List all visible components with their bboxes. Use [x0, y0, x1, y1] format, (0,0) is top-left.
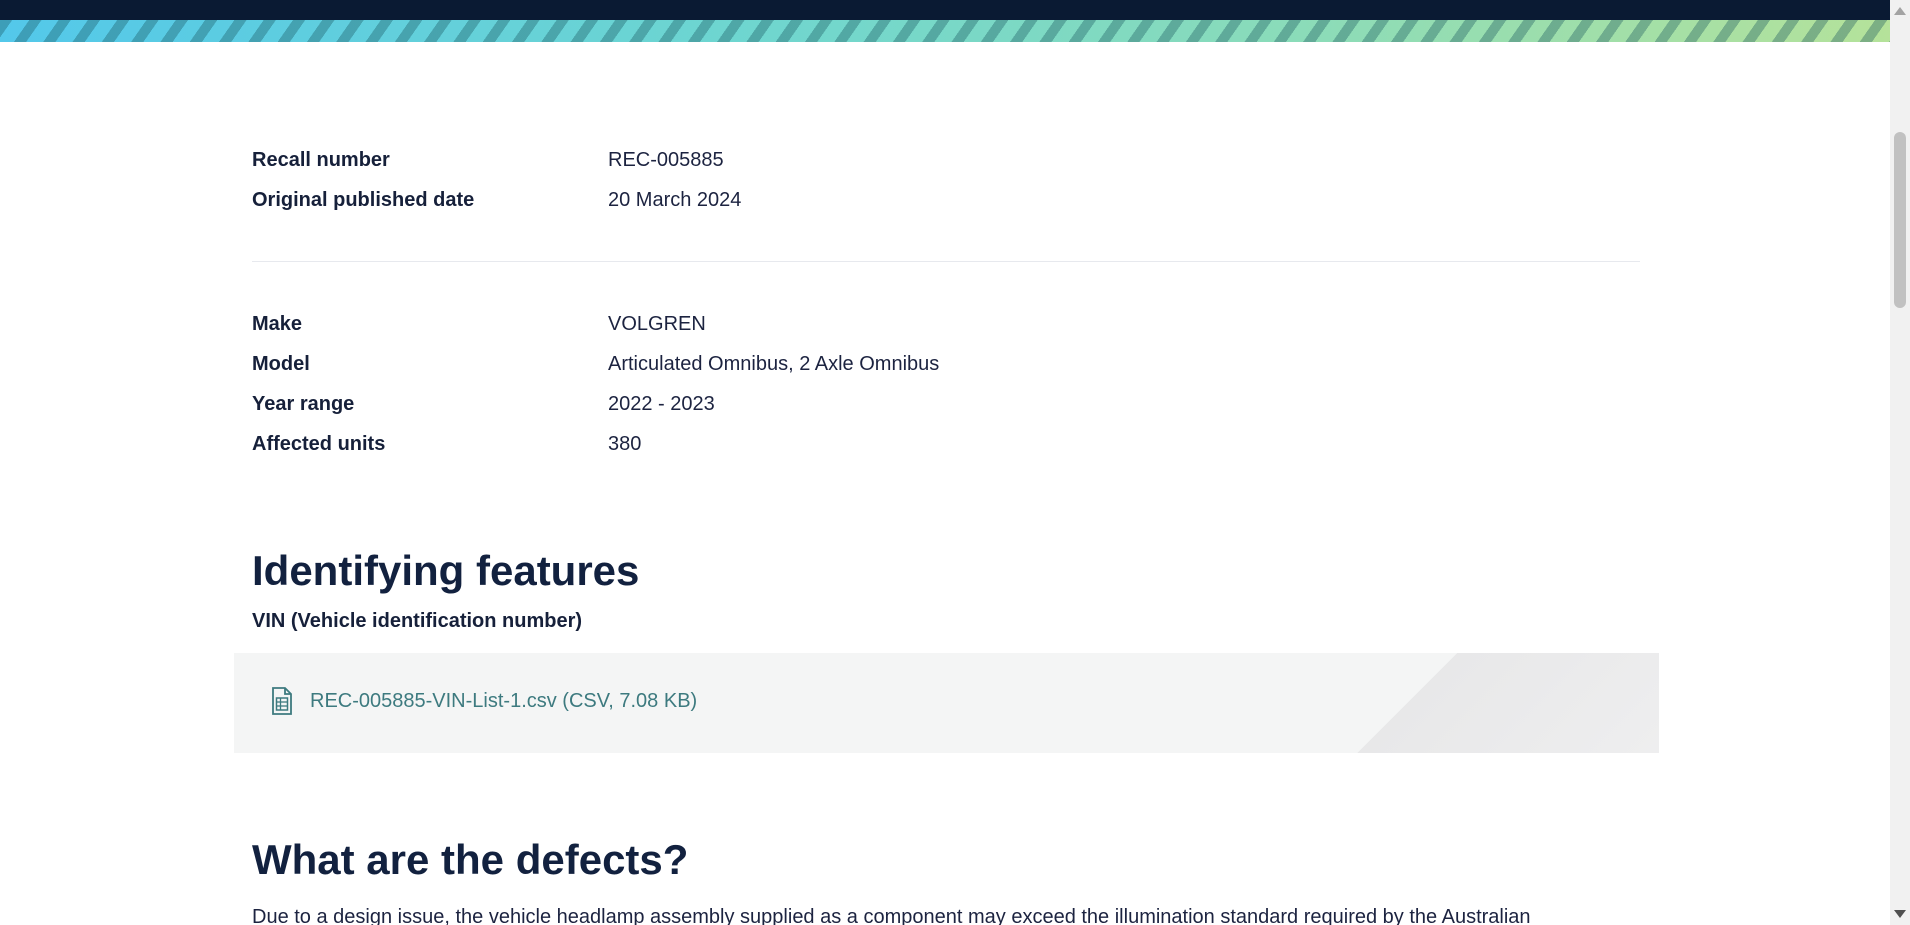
recall-page: Recall number REC-005885 Original publis…	[0, 0, 1910, 925]
published-date-row: Original published date 20 March 2024	[252, 180, 1640, 220]
recall-number-row: Recall number REC-005885	[252, 140, 1640, 180]
vin-list-link-text: REC-005885-VIN-List-1.csv (CSV, 7.08 KB)	[310, 689, 698, 712]
scroll-up-arrow-icon[interactable]	[1894, 7, 1906, 15]
model-value: Articulated Omnibus, 2 Axle Omnibus	[608, 352, 940, 375]
main-content: Recall number REC-005885 Original publis…	[234, 140, 1659, 925]
top-header-bar	[0, 0, 1890, 20]
section-divider	[252, 261, 1640, 262]
file-box-corner-decoration	[1239, 653, 1659, 754]
decorative-stripe-banner	[0, 20, 1890, 42]
year-range-label: Year range	[252, 392, 355, 415]
identifying-features-heading: Identifying features	[252, 547, 640, 594]
vertical-scrollbar[interactable]	[1890, 0, 1910, 925]
affected-units-label: Affected units	[252, 432, 386, 455]
vin-file-download-box: REC-005885-VIN-List-1.csv (CSV, 7.08 KB)	[234, 653, 1659, 754]
model-row: Model Articulated Omnibus, 2 Axle Omnibu…	[252, 344, 1640, 384]
year-range-value: 2022 - 2023	[608, 392, 715, 415]
year-range-row: Year range 2022 - 2023	[252, 384, 1640, 424]
make-row: Make VOLGREN	[252, 304, 1640, 344]
defects-heading: What are the defects?	[252, 836, 689, 884]
vin-subheading: VIN (Vehicle identification number)	[252, 610, 583, 633]
make-value: VOLGREN	[608, 312, 706, 335]
published-date-label: Original published date	[252, 188, 475, 211]
published-date-value: 20 March 2024	[608, 188, 742, 211]
model-label: Model	[252, 352, 310, 375]
defects-description: Due to a design issue, the vehicle headl…	[252, 906, 1531, 925]
vehicle-details-list: Make VOLGREN Model Articulated Omnibus, …	[252, 304, 1640, 464]
vin-list-download-link[interactable]: REC-005885-VIN-List-1.csv (CSV, 7.08 KB)	[270, 687, 698, 716]
recall-details-list: Recall number REC-005885 Original publis…	[252, 140, 1640, 220]
scrollbar-thumb[interactable]	[1894, 132, 1906, 308]
recall-number-value: REC-005885	[608, 148, 724, 171]
make-label: Make	[252, 312, 303, 335]
scroll-down-arrow-icon[interactable]	[1894, 910, 1906, 918]
affected-units-row: Affected units 380	[252, 424, 1640, 464]
spreadsheet-file-icon	[270, 687, 294, 716]
affected-units-value: 380	[608, 432, 642, 455]
recall-number-label: Recall number	[252, 148, 390, 171]
